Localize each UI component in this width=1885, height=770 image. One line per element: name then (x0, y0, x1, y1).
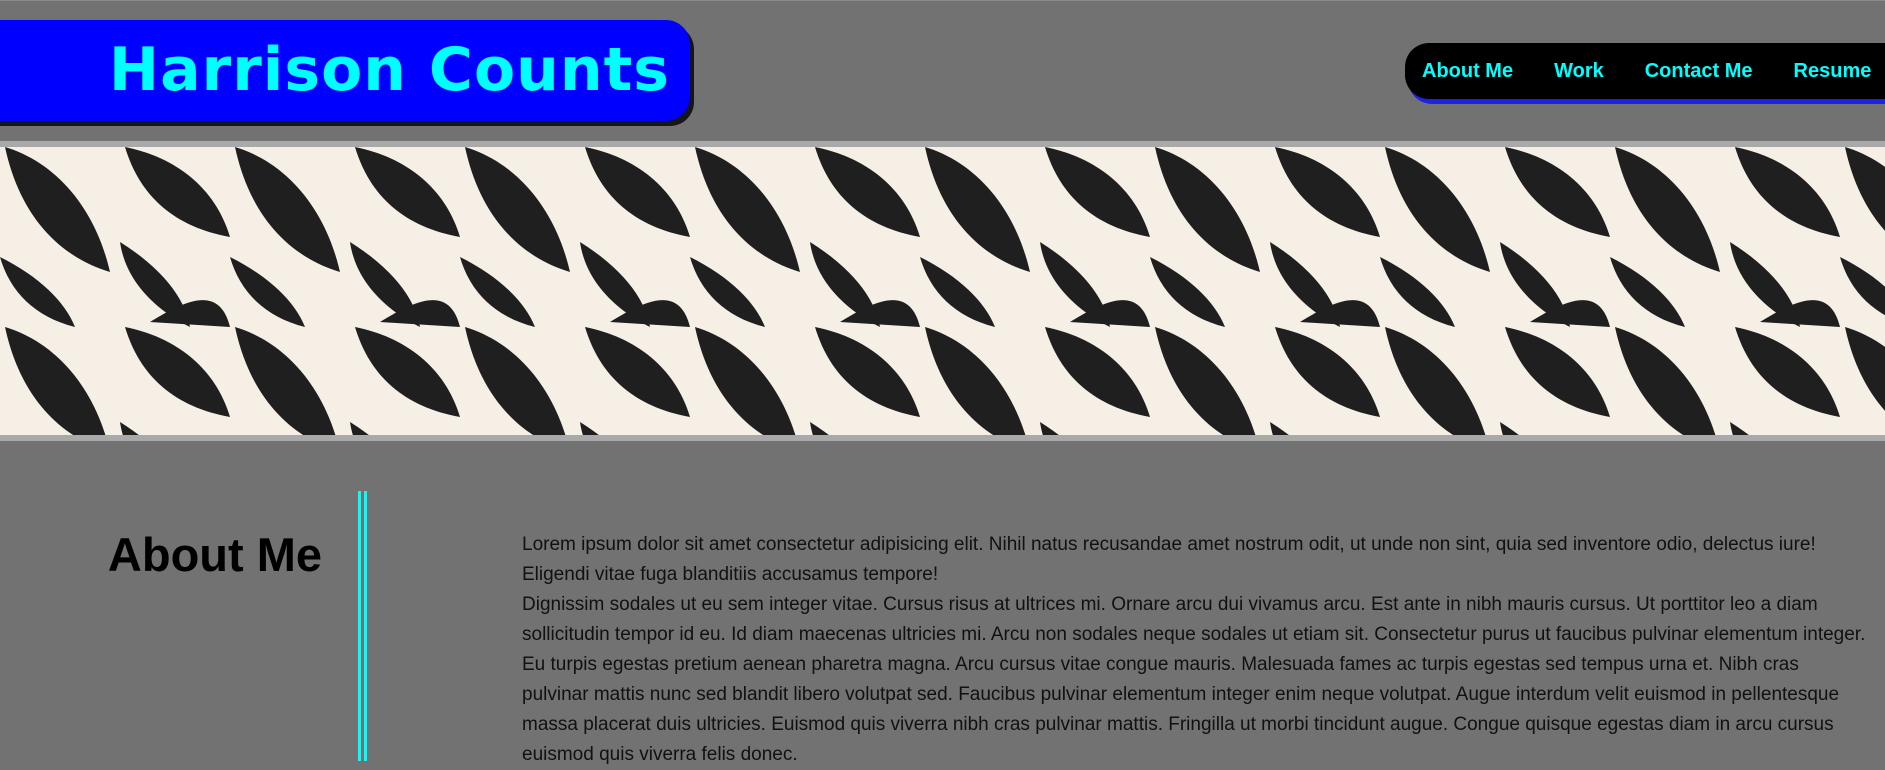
about-paragraph-1: Lorem ipsum dolor sit amet consectetur a… (522, 534, 1816, 585)
site-header: Harrison Counts About Me Work Contact Me… (0, 0, 1885, 142)
main-nav: About Me Work Contact Me Resume (1405, 43, 1885, 99)
site-title: Harrison Counts (108, 35, 670, 105)
about-heading: About Me (107, 528, 322, 581)
section-divider (358, 491, 361, 761)
nav-resume[interactable]: Resume (1794, 60, 1872, 83)
about-section: About Me Lorem ipsum dolor sit amet cons… (0, 441, 1885, 765)
about-text: Lorem ipsum dolor sit amet consectetur a… (522, 530, 1867, 770)
about-paragraph-2: Dignissim sodales ut eu sem integer vita… (522, 594, 1866, 765)
brand-banner[interactable]: Harrison Counts (0, 20, 690, 121)
nav-contact-me[interactable]: Contact Me (1645, 60, 1753, 83)
nav-about-me[interactable]: About Me (1422, 60, 1513, 83)
leaf-pattern-image (0, 147, 1885, 435)
hero-banner (0, 141, 1885, 441)
nav-work[interactable]: Work (1554, 60, 1604, 83)
